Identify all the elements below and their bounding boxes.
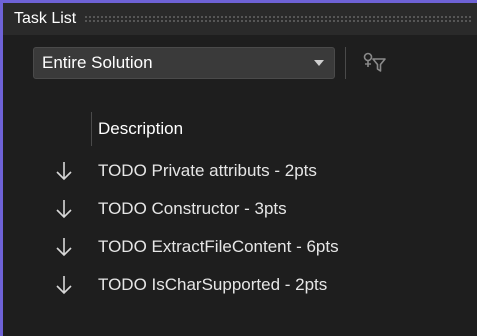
- scope-selected-value: Entire Solution: [42, 53, 153, 72]
- column-separator[interactable]: [91, 112, 92, 146]
- low-priority-arrow-icon: [56, 276, 72, 295]
- dropdown-caret-icon: [314, 60, 324, 66]
- low-priority-arrow-icon: [56, 162, 72, 181]
- task-row[interactable]: TODO IsCharSupported - 2pts: [3, 266, 477, 304]
- task-description: TODO ExtractFileContent - 6pts: [98, 237, 339, 256]
- title-bar[interactable]: Task List: [3, 3, 477, 35]
- drag-grip[interactable]: [84, 15, 473, 23]
- task-rows: TODO Private attributs - 2pts TODO Const…: [3, 152, 477, 304]
- task-description: TODO Constructor - 3pts: [98, 199, 287, 218]
- panel-title: Task List: [14, 10, 77, 27]
- low-priority-arrow-icon: [56, 200, 72, 219]
- filter-button[interactable]: [359, 49, 391, 77]
- toolbar-separator: [345, 47, 346, 79]
- column-header-description[interactable]: Description: [98, 119, 183, 139]
- task-description: TODO Private attributs - 2pts: [98, 161, 317, 180]
- low-priority-arrow-icon: [56, 238, 72, 257]
- task-description: TODO IsCharSupported - 2pts: [98, 275, 328, 294]
- task-row[interactable]: TODO Private attributs - 2pts: [3, 152, 477, 190]
- task-row[interactable]: TODO Constructor - 3pts: [3, 190, 477, 228]
- scope-dropdown[interactable]: Entire Solution: [33, 47, 335, 79]
- column-header: Description: [3, 112, 477, 146]
- task-row[interactable]: TODO ExtractFileContent - 6pts: [3, 228, 477, 266]
- filter-icon: [363, 52, 386, 72]
- toolbar: Entire Solution: [3, 35, 477, 89]
